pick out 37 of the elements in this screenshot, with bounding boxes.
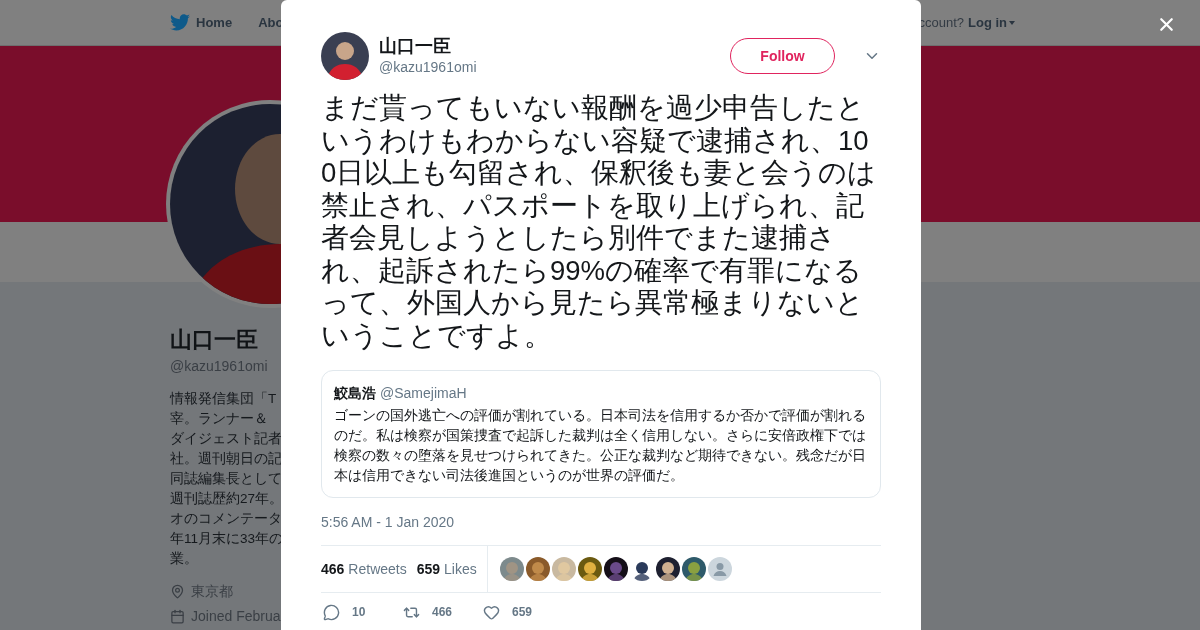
quoted-author-handle: @SamejimaH xyxy=(380,384,467,403)
tweet-action[interactable]: 10 xyxy=(321,603,401,621)
bio-line: オのコメンテータ xyxy=(170,510,282,528)
bio-line: ダイジェスト記者 xyxy=(170,430,282,448)
login-link[interactable]: Log in xyxy=(968,12,1015,33)
liker-avatar[interactable] xyxy=(603,557,628,581)
liker-avatar[interactable] xyxy=(681,557,706,581)
tweet-action[interactable]: 659 xyxy=(481,603,561,621)
quoted-author-name: 鮫島浩 xyxy=(334,384,376,403)
quoted-tweet-text: ゴーンの国外逃亡への評価が割れている。日本司法を信用するか否かで評価が割れるのだ。私は検察が国策捜査で起訴した裁判は全く信用しない。さらに安倍政権下では検察の数々の堕落を見せつけられてきた。公正な裁判など期待できない。残念だが日本は信用できない司法後進国というのが世界の評価だ。 xyxy=(334,407,867,485)
profile-name: 山口一臣 xyxy=(170,326,259,354)
liker-avatar[interactable] xyxy=(577,557,602,581)
calendar-icon xyxy=(170,608,185,624)
stat-link[interactable]: 466 Retweets xyxy=(321,558,407,580)
author-name[interactable]: 山口一臣 xyxy=(379,34,477,57)
bio-line: 宰。ランナー＆ xyxy=(170,410,269,428)
tweet-timestamp: 5:56 AM - 1 Jan 2020 xyxy=(321,513,456,532)
author-avatar xyxy=(321,32,369,80)
bio-line: 業。 xyxy=(170,550,199,568)
location-pin-icon xyxy=(170,584,185,599)
tweet-text: まだ貰ってもいない報酬を過少申告したというわけもわからない容疑で逮捕され、100日以上も勾留され、保釈後も妻と会うのは禁止され、パスポートを取り上げられ、記者会見しようとしたら別件でまた逮捕され、起訴されたら99%の確率で有罪になるって、外国人から見たら異常極まりないということですよ。 xyxy=(321,92,878,352)
quoted-tweet[interactable]: 鮫島浩 @SamejimaH ゴーンの国外逃亡への評価が割れている。日本司法を信用するか否かで評価が割れるのだ。私は検察が国策捜査で起訴した裁判は全く信用しない。さらに安倍政権下では検察の数々の堕落を見せつけられてきた。公正な裁判など期待できない。残念だが日本は信用できない司法後進国というのが世界の評価だ。 xyxy=(321,370,881,498)
liker-avatar[interactable] xyxy=(655,557,680,581)
like-icon xyxy=(483,603,500,621)
bio-line: 情報発信集団「T xyxy=(170,390,278,408)
stat-link[interactable]: 659 Likes xyxy=(416,558,477,580)
author-handle[interactable]: @kazu1961omi xyxy=(379,56,477,78)
bio-line: 週刊誌歴約27年。 xyxy=(170,490,282,508)
nav-link[interactable]: Home xyxy=(170,12,233,33)
joined-date: Joined Februa xyxy=(191,608,281,624)
profile-handle: @kazu1961omi xyxy=(170,357,269,376)
caret-icon xyxy=(1009,20,1015,25)
bio-line: 社。週刊朝日の記 xyxy=(170,450,282,468)
bio-line: 同誌編集長として xyxy=(170,470,282,488)
bird-logo-icon xyxy=(170,14,190,31)
reply-icon xyxy=(323,603,340,621)
tweet-action[interactable]: 466 xyxy=(401,603,481,621)
